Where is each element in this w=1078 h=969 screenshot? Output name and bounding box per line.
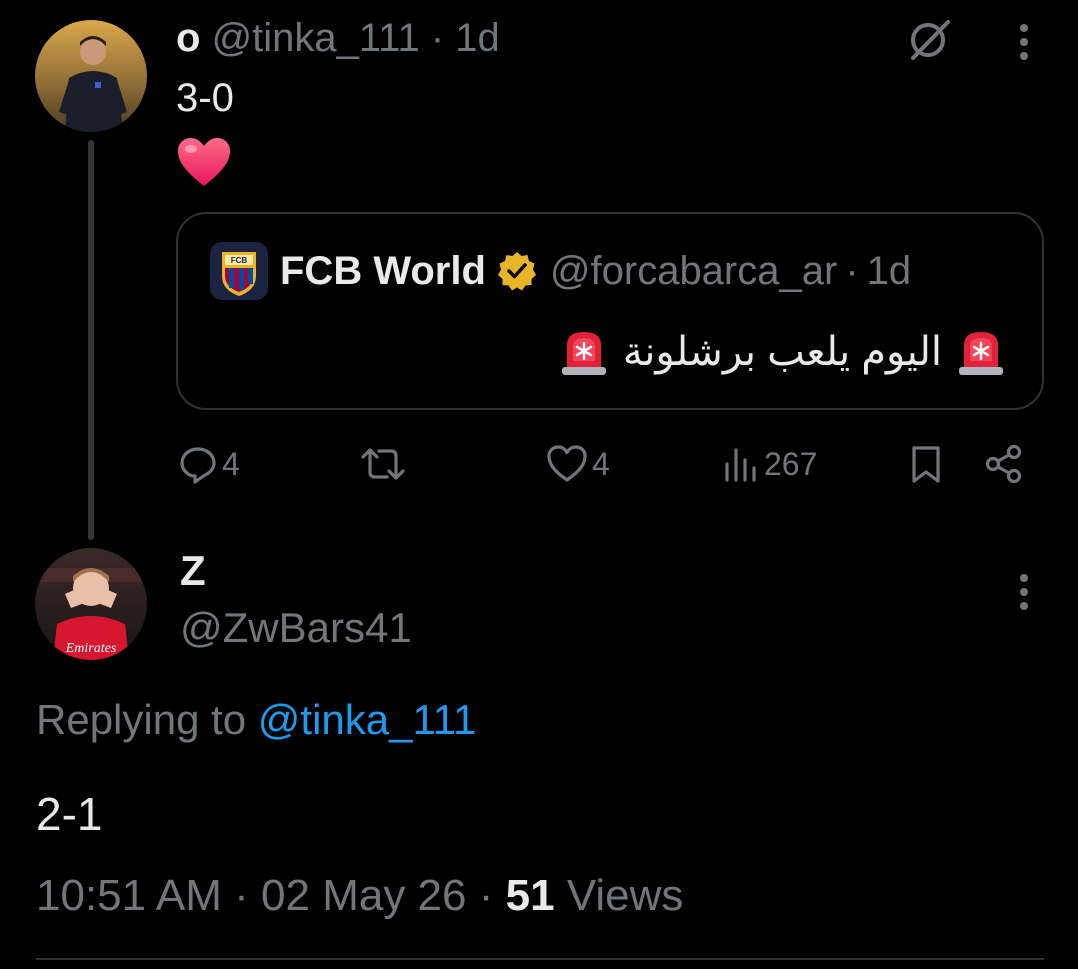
meta-separator-dot: · bbox=[478, 871, 494, 920]
parent-timestamp[interactable]: 1d bbox=[455, 16, 500, 60]
parent-more-options-icon[interactable] bbox=[1014, 22, 1034, 62]
heart-outline-icon bbox=[547, 445, 587, 482]
quoted-separator-dot: · bbox=[845, 249, 859, 293]
reply-tweet-text: 2-1 bbox=[36, 788, 103, 840]
quoted-tweet-header: FCB World @forcabarca_ar · 1d bbox=[280, 247, 911, 295]
separator-dot: · bbox=[430, 16, 445, 60]
quoted-author-avatar[interactable]: FCB bbox=[210, 242, 268, 300]
verified-badge-icon bbox=[496, 250, 538, 292]
reply-date[interactable]: 02 May 26 bbox=[261, 871, 466, 920]
retweet-icon bbox=[361, 448, 405, 480]
reply-more-options-icon[interactable] bbox=[1014, 572, 1034, 612]
parent-display-name[interactable]: o bbox=[176, 16, 200, 60]
like-count: 4 bbox=[592, 445, 610, 482]
share-icon bbox=[985, 444, 1022, 484]
retweet-action-button[interactable] bbox=[360, 440, 406, 488]
parent-author-avatar[interactable] bbox=[35, 20, 147, 132]
like-action-button[interactable]: 4 bbox=[546, 440, 610, 488]
svg-text:Emirates: Emirates bbox=[65, 641, 117, 656]
thread-connector-line bbox=[88, 140, 94, 540]
bookmark-icon bbox=[912, 446, 940, 483]
reply-author-avatar[interactable]: Emirates bbox=[35, 548, 147, 660]
replying-to-handle-link[interactable]: @tinka_111 bbox=[258, 696, 477, 743]
reply-views-count[interactable]: 51 bbox=[506, 871, 555, 920]
grok-icon[interactable] bbox=[904, 14, 954, 64]
parent-handle[interactable]: @tinka_111 bbox=[212, 16, 420, 60]
reply-display-name[interactable]: Z bbox=[180, 546, 206, 596]
reply-views-label: Views bbox=[566, 871, 684, 920]
bookmark-action-button[interactable] bbox=[906, 440, 946, 488]
views-action-button[interactable]: 267 bbox=[722, 440, 817, 488]
quoted-tweet-text: اليوم يلعب برشلونة bbox=[559, 326, 1006, 378]
siren-emoji-icon bbox=[559, 327, 609, 377]
quoted-display-name[interactable]: FCB World bbox=[280, 247, 486, 295]
svg-text:FCB: FCB bbox=[231, 256, 248, 265]
bottom-divider bbox=[36, 958, 1044, 960]
view-count: 267 bbox=[764, 445, 818, 482]
meta-separator-dot: · bbox=[234, 871, 249, 920]
quoted-handle[interactable]: @forcabarca_ar bbox=[550, 247, 837, 295]
reply-action-button[interactable]: 4 bbox=[178, 440, 240, 488]
reply-handle[interactable]: @ZwBars41 bbox=[180, 603, 412, 653]
siren-emoji-icon bbox=[956, 327, 1006, 377]
parent-tweet-header: o @tinka_111 · 1d bbox=[176, 14, 500, 62]
quoted-arabic-text: اليوم يلعب برشلونة bbox=[622, 330, 942, 374]
replying-to-line: Replying to @tinka_111 bbox=[36, 694, 476, 746]
reply-time[interactable]: 10:51 AM bbox=[36, 871, 222, 920]
share-action-button[interactable] bbox=[984, 440, 1024, 488]
heart-emoji bbox=[176, 136, 232, 188]
analytics-icon bbox=[725, 448, 756, 482]
reply-icon bbox=[180, 447, 216, 484]
replying-to-label: Replying to bbox=[36, 696, 247, 743]
quoted-timestamp[interactable]: 1d bbox=[867, 247, 912, 295]
reply-count: 4 bbox=[222, 445, 240, 482]
reply-tweet-metadata: 10:51 AM · 02 May 26 · 51 Views bbox=[36, 868, 683, 924]
parent-tweet-text: 3-0 bbox=[176, 76, 234, 120]
quoted-tweet-card[interactable]: FCB FCB World @forcabarca_ar · 1d اليوم … bbox=[176, 212, 1044, 410]
